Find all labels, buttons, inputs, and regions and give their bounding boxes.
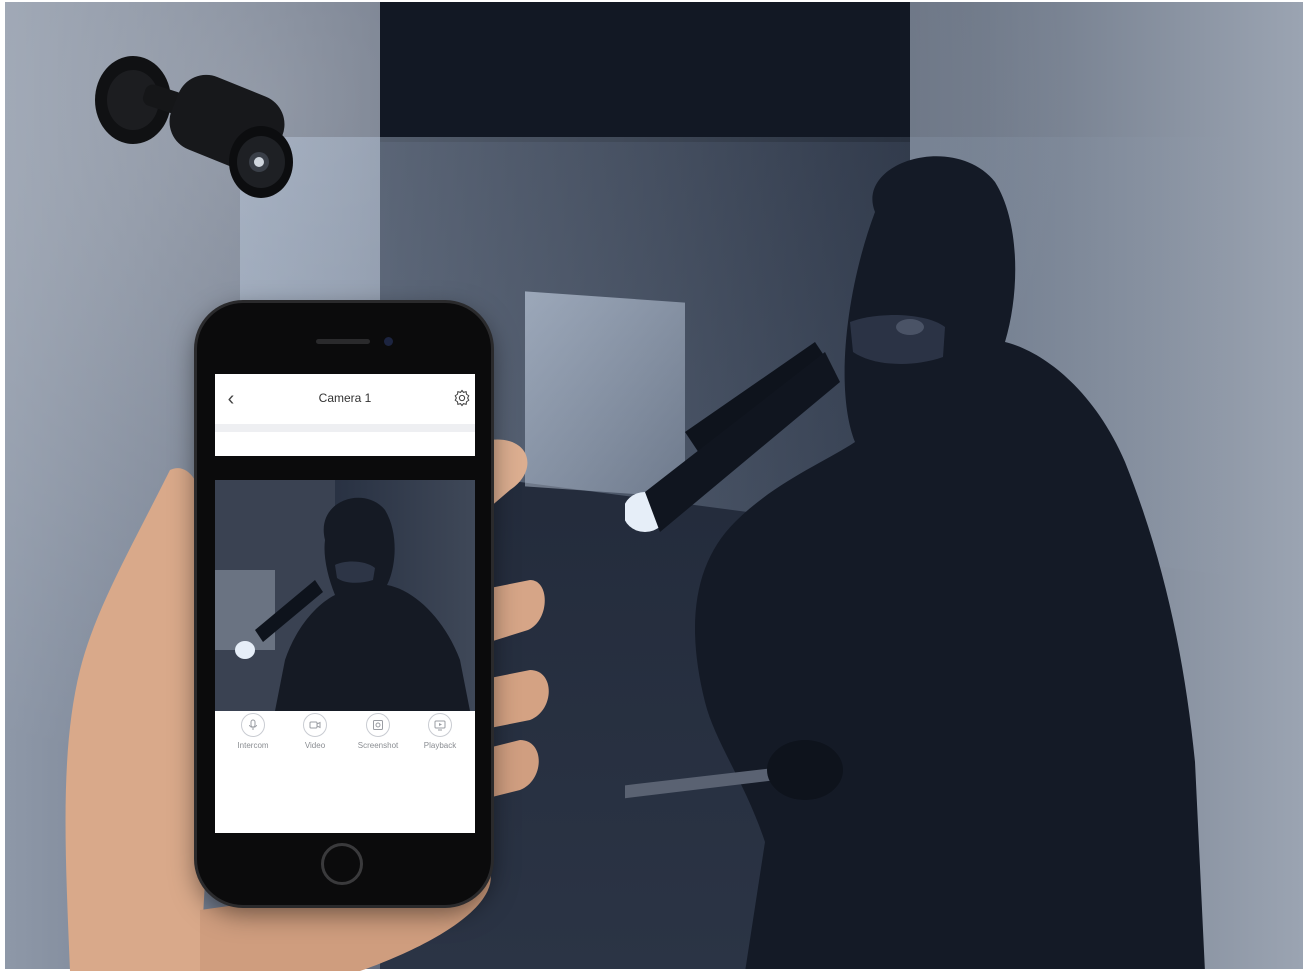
burglar-silhouette [625,156,1205,969]
playback-label: Playback [423,741,457,750]
playback-icon [428,713,452,737]
feed-image [215,480,470,711]
video-label: Video [304,741,326,750]
door-frame [380,2,910,142]
chevron-left-icon[interactable]: ‹ [221,388,241,410]
phone-screen: ‹ Camera 1 Intercom Video Screenshot Pla… [215,374,475,833]
header-divider [215,424,475,432]
video-camera-icon [303,713,327,737]
control-bar: Intercom Video Screenshot Playback [215,711,475,833]
screenshot-label: Screenshot [357,741,399,750]
security-camera-icon [95,56,293,198]
phone-speaker [316,339,370,344]
screenshot-icon [366,713,390,737]
intercom-label: Intercom [237,741,269,750]
microphone-icon [241,713,265,737]
video-letterbox [215,456,475,480]
video-button[interactable]: Video [284,713,346,750]
front-camera [384,337,393,346]
live-video-feed[interactable] [215,480,475,711]
toolbar-area [215,432,475,456]
home-button[interactable] [321,843,363,885]
smartphone: ‹ Camera 1 Intercom Video Screenshot Pla… [197,303,491,905]
page-title: Camera 1 [318,391,372,405]
gear-icon[interactable] [453,389,471,407]
playback-button[interactable]: Playback [409,713,471,750]
intercom-button[interactable]: Intercom [222,713,284,750]
app-header: ‹ Camera 1 [215,374,475,424]
screenshot-button[interactable]: Screenshot [347,713,409,750]
